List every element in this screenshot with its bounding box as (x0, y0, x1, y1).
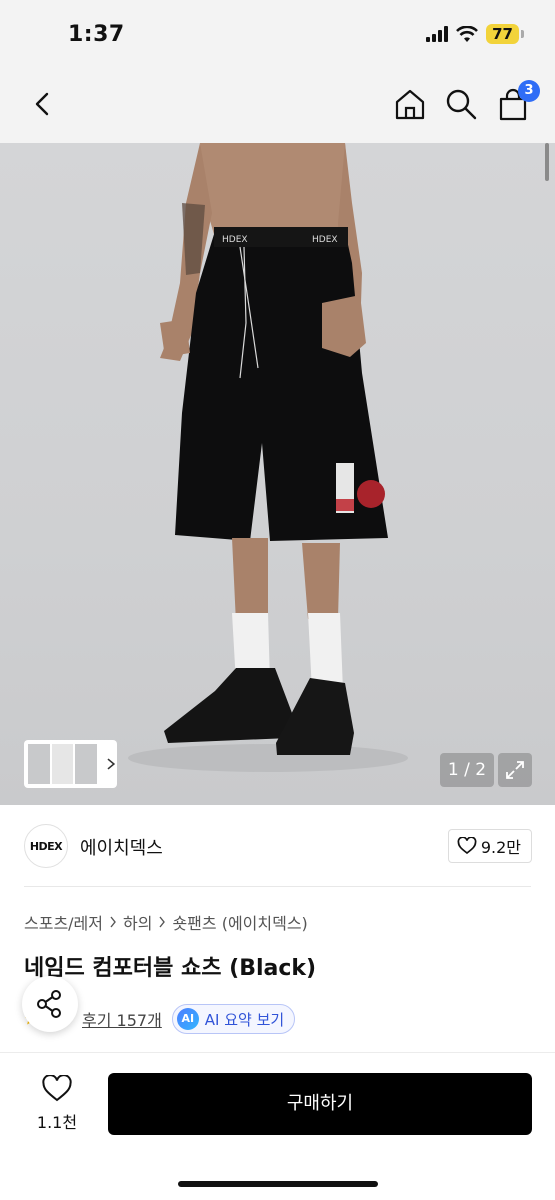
wishlist-count: 1.1천 (36, 1113, 78, 1132)
product-photo: HDEX HDEX (128, 143, 408, 772)
ai-summary-label: AI 요약 보기 (204, 1010, 285, 1029)
breadcrumb-item-bottoms[interactable]: 하의 (123, 910, 152, 934)
thumbnail-1[interactable] (28, 744, 50, 784)
chevron-right-icon (159, 916, 166, 928)
divider (24, 886, 531, 887)
ai-badge: AI (176, 1008, 199, 1030)
thumbnail-2[interactable] (51, 744, 74, 784)
cart-button[interactable]: 3 (494, 80, 540, 124)
home-indicator (178, 1181, 378, 1187)
cart-count-badge: 3 (518, 80, 540, 102)
waistband-text-2: HDEX (312, 235, 338, 245)
image-page-indicator: 1 / 2 (440, 753, 494, 787)
heart-icon (42, 1075, 72, 1102)
product-image[interactable]: HDEX HDEX (0, 143, 555, 805)
wishlist-button[interactable]: 1.1천 (26, 1075, 88, 1135)
buy-button[interactable]: 구매하기 (108, 1073, 532, 1135)
home-icon[interactable] (392, 86, 428, 122)
share-button[interactable] (22, 976, 78, 1032)
expand-button[interactable] (498, 753, 532, 787)
expand-icon (506, 761, 524, 779)
battery-indicator: 77 (486, 24, 524, 44)
nav-bar: 3 (0, 66, 555, 143)
breadcrumb-item-shorts[interactable]: 숏팬츠 (에이치덱스) (172, 910, 307, 934)
bottom-action-bar: 1.1천 구매하기 (0, 1052, 555, 1200)
status-bar: 1:37 77 (0, 0, 555, 66)
wifi-icon (456, 25, 479, 42)
breadcrumb: 스포츠/레저 하의 숏팬츠 (에이치덱스) (24, 910, 308, 934)
ai-summary-button[interactable]: AI AI 요약 보기 (171, 1004, 296, 1034)
breadcrumb-item-sports[interactable]: 스포츠/레저 (24, 910, 103, 934)
brand-name[interactable]: 에이치덱스 (80, 834, 163, 860)
chevron-right-icon (110, 916, 116, 928)
waistband-text-1: HDEX (222, 235, 248, 245)
page-scrollbar[interactable] (545, 143, 549, 181)
search-icon[interactable] (443, 86, 479, 122)
signal-icon (426, 26, 449, 42)
brand-row[interactable]: HDEX 에이치덱스 9.2만 (24, 822, 532, 870)
share-icon (37, 990, 61, 1018)
heart-icon (457, 837, 477, 855)
thumbnail-3[interactable] (75, 744, 98, 784)
status-time: 1:37 (68, 22, 125, 47)
thumbnail-strip[interactable] (24, 740, 117, 788)
back-icon[interactable] (28, 88, 58, 120)
chevron-right-icon (107, 758, 116, 770)
brand-like-count: 9.2만 (480, 838, 521, 857)
status-icons: 77 (426, 24, 524, 44)
brand-like-button[interactable]: 9.2만 (447, 829, 532, 863)
review-count-link[interactable]: 후기 157개 (82, 1007, 162, 1031)
brand-logo[interactable]: HDEX (24, 824, 68, 868)
